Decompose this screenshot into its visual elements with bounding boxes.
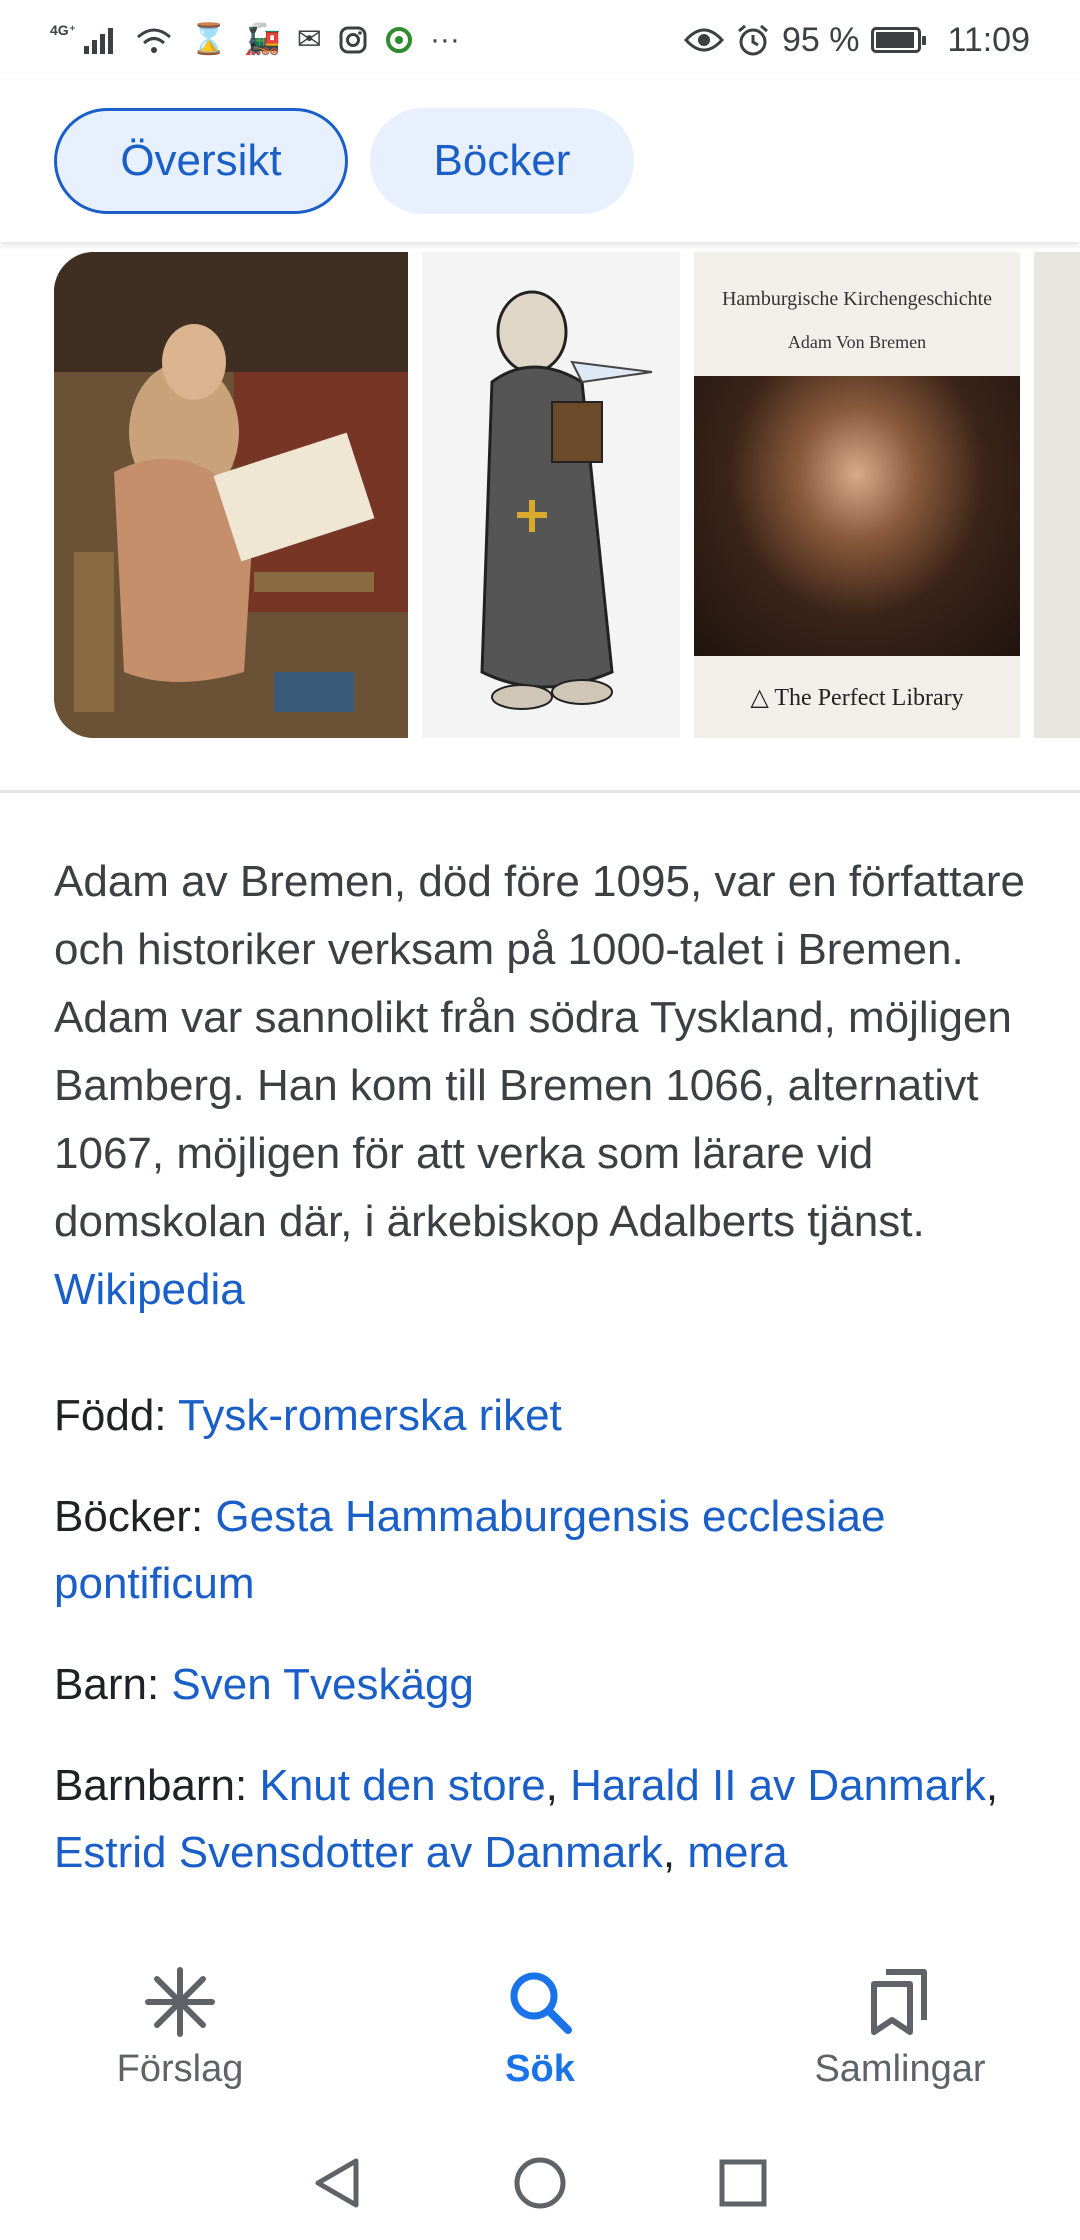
image-carousel[interactable]: Hamburgische Kirchengeschichte Adam Von … xyxy=(0,252,1080,738)
clock: 11:09 xyxy=(947,20,1030,59)
wikipedia-link[interactable]: Wikipedia xyxy=(54,1265,245,1314)
recycle-icon xyxy=(385,27,412,53)
scribe-illustration xyxy=(54,252,408,738)
book-cover-publisher-text: The Perfect Library xyxy=(774,685,964,711)
asterisk-icon xyxy=(144,1964,216,2040)
alarm-icon xyxy=(737,24,768,56)
facts-list: Född: Tysk-romerska riket Böcker: Gesta … xyxy=(54,1382,1034,1920)
home-icon[interactable] xyxy=(512,2155,568,2211)
battery-level xyxy=(876,32,915,48)
tab-bar: Översikt Böcker xyxy=(0,80,1080,242)
book-cover-portrait xyxy=(694,376,1020,656)
image-monk-cartoon[interactable] xyxy=(422,252,680,738)
back-icon[interactable] xyxy=(312,2155,362,2211)
bookmarks-icon xyxy=(864,1964,936,2040)
grandchild-link-3[interactable]: Estrid Svensdotter av Danmark xyxy=(54,1828,663,1877)
book-cover-author: Adam Von Bremen xyxy=(787,332,927,352)
fact-born-label: Född: xyxy=(54,1391,167,1440)
eye-icon xyxy=(683,28,724,52)
tab-oversikt[interactable]: Översikt xyxy=(54,108,348,214)
fact-grandchildren-label: Barnbarn: xyxy=(54,1761,248,1810)
search-icon xyxy=(504,1964,576,2040)
wifi-icon xyxy=(137,28,172,53)
image-book-cover[interactable]: Hamburgische Kirchengeschichte Adam Von … xyxy=(694,252,1020,738)
hourglass-icon: ⌛ xyxy=(190,23,228,56)
bottom-navigation: Förslag Sök Samlingar xyxy=(0,1930,1080,2126)
description: Adam av Bremen, död före 1095, var en fö… xyxy=(54,848,1034,1324)
nav-sok-label: Sök xyxy=(505,2048,575,2090)
image-map-partial[interactable] xyxy=(1034,252,1080,738)
fact-children-value[interactable]: Sven Tveskägg xyxy=(171,1660,473,1709)
nav-forslag-label: Förslag xyxy=(116,2048,244,2090)
book-cover-title: Hamburgische Kirchengeschichte xyxy=(721,288,993,310)
nav-sok[interactable]: Sök xyxy=(360,1930,720,2126)
train-icon: 🚂 xyxy=(243,23,281,56)
mail-icon: ✉ xyxy=(296,23,322,56)
fact-grandchildren: Barnbarn: Knut den store, Harald II av D… xyxy=(54,1761,999,1877)
section-divider xyxy=(0,790,1080,793)
description-text: Adam av Bremen, död före 1095, var en fö… xyxy=(54,857,1025,1246)
fact-children-label: Barn: xyxy=(54,1660,160,1709)
grandchildren-more-link[interactable]: mera xyxy=(687,1828,787,1877)
grandchild-link-2[interactable]: Harald II av Danmark xyxy=(570,1761,986,1810)
recents-icon[interactable] xyxy=(718,2158,768,2208)
network-type: 4G⁺ xyxy=(50,21,77,38)
signal-icon xyxy=(84,28,114,54)
more-notifications-icon: ··· xyxy=(429,23,460,56)
status-left: 4G⁺ ⌛ 🚂 ✉ ··· xyxy=(50,21,460,56)
battery-icon xyxy=(871,27,927,53)
nav-samlingar[interactable]: Samlingar xyxy=(720,1930,1080,2126)
fact-books-label: Böcker: xyxy=(54,1492,204,1541)
system-navigation xyxy=(0,2126,1080,2240)
publisher-logo-icon: △ xyxy=(750,685,775,711)
book-cover-publisher: △ The Perfect Library xyxy=(694,683,1020,712)
nav-samlingar-label: Samlingar xyxy=(814,2048,986,2090)
nav-forslag[interactable]: Förslag xyxy=(0,1930,360,2126)
monk-illustration xyxy=(480,290,653,710)
fact-books: Böcker: Gesta Hammaburgensis ecclesiae p… xyxy=(54,1483,1034,1617)
instagram-icon xyxy=(339,26,367,54)
fact-born: Född: Tysk-romerska riket xyxy=(54,1382,1034,1449)
status-bar: 4G⁺ ⌛ 🚂 ✉ ··· 95 % 11:09 xyxy=(0,0,1080,80)
status-right: 95 % 11:09 xyxy=(683,20,1030,60)
fact-born-value[interactable]: Tysk-romerska riket xyxy=(178,1391,562,1440)
fact-children: Barn: Sven Tveskägg xyxy=(54,1651,1034,1718)
tab-bocker[interactable]: Böcker xyxy=(370,108,634,214)
battery-percent: 95 % xyxy=(781,20,860,59)
image-medieval-scribe[interactable] xyxy=(54,252,408,738)
grandchild-link-1[interactable]: Knut den store xyxy=(259,1761,545,1810)
